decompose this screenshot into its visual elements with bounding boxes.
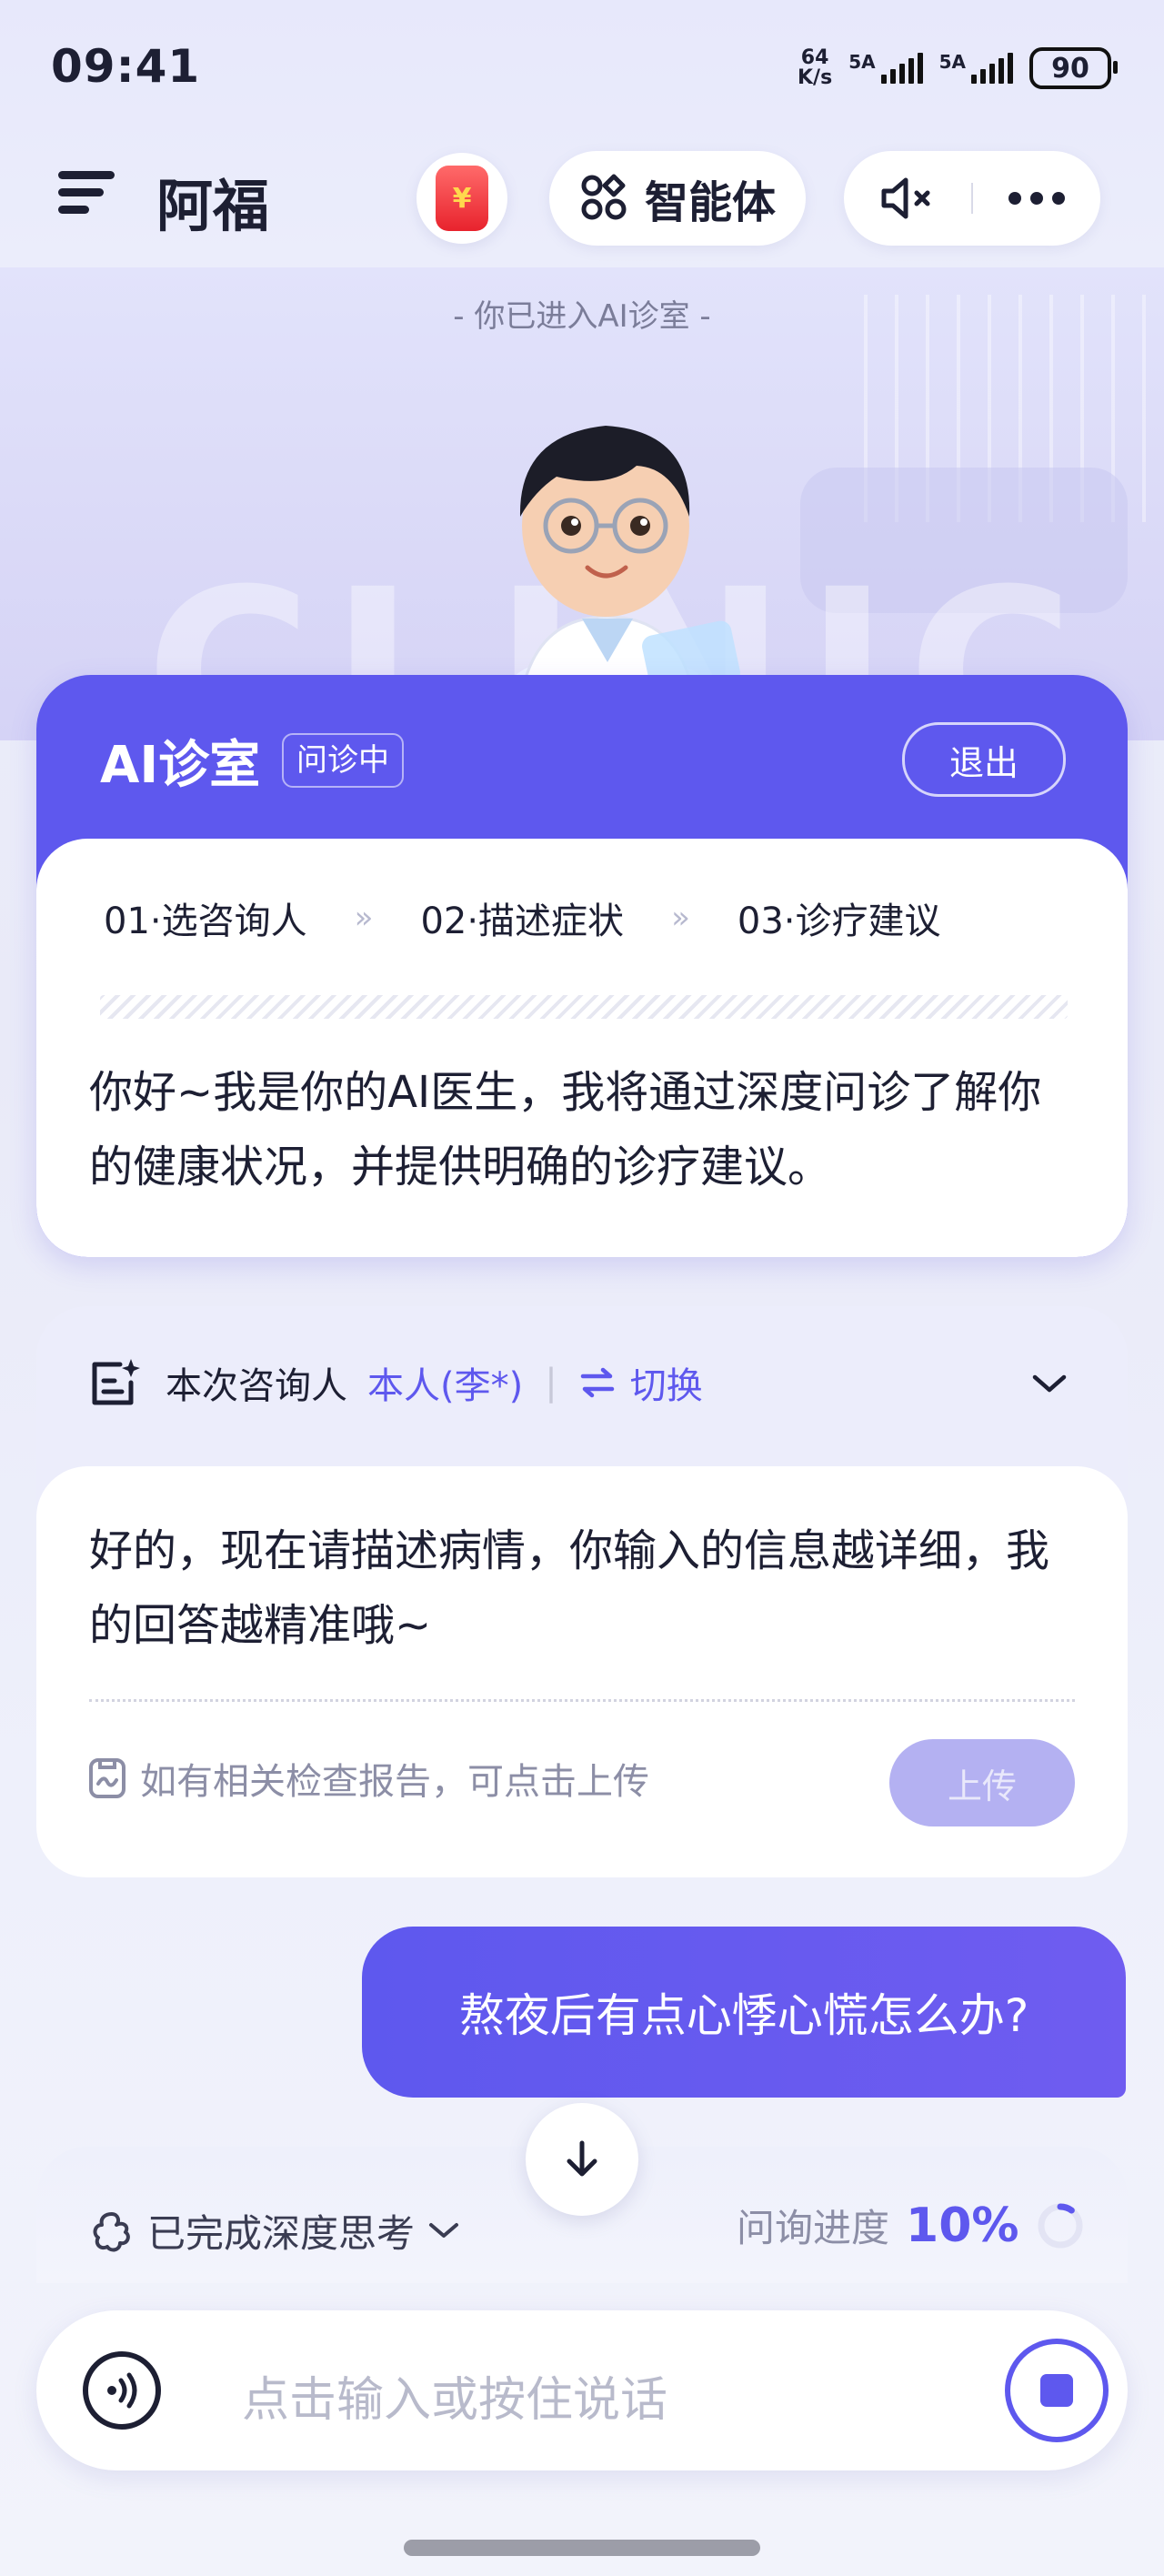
switch-consultee-button[interactable]: 切换 [630,1356,703,1409]
consultee-row[interactable]: 本次咨询人 本人(李*) | 切换 [87,1355,703,1410]
progress-hatch-divider [100,995,1068,1019]
header-actions [844,151,1100,246]
user-message-text: 熬夜后有点心悸心慌怎么办? [458,1989,1029,2042]
status-badge: 问诊中 [282,733,404,788]
consultee-label: 本次咨询人 [166,1365,347,1407]
home-indicator[interactable] [404,2540,760,2556]
voice-input-button[interactable] [65,2334,178,2447]
doctor-intro-message: 你好~我是你的AI医生，我将通过深度问诊了解你的健康状况，并提供明确的诊疗建议。 [89,1067,1042,1192]
user-message-bubble: 熬夜后有点心悸心慌怎么办? [362,1927,1126,2098]
network-speed: 64 K/s [798,48,832,88]
battery-icon: 90 [1029,47,1118,89]
ai-doctor-avatar [507,426,740,717]
step-indicator: 01·选咨询人 » 02·描述症状 » 03·诊疗建议 [104,891,941,944]
swap-icon [580,1367,614,1398]
agent-button[interactable]: 智能体 [549,151,806,246]
signal-icon-2: 5A [939,53,1013,84]
red-packet-button[interactable]: ¥ [416,153,507,244]
upload-button[interactable]: 上传 [889,1739,1075,1826]
agent-button-label: 智能体 [644,177,776,228]
mute-button[interactable] [844,175,971,222]
menu-icon[interactable] [58,171,115,222]
consultee-icon [92,1359,140,1405]
stop-button[interactable] [1000,2334,1113,2447]
consultee-divider: | [545,1362,557,1404]
report-icon [89,1758,125,1798]
step-arrow-icon: » [671,900,690,936]
red-packet-icon: ¥ [436,166,488,231]
more-dots-icon [1008,192,1065,205]
agent-grid-icon [581,174,627,220]
sim1-label: 5A [848,51,876,73]
app-title: 阿福 [156,173,270,239]
deep-thinking-label: 已完成深度思考 [147,2211,416,2256]
network-speed-value: 64 [800,46,829,69]
signal-icon: 5A [848,51,923,84]
battery-level: 90 [1051,52,1089,85]
progress-label: 问询进度 [737,2206,890,2250]
thinking-icon [93,2211,130,2251]
scroll-down-button[interactable] [526,2103,638,2216]
step-arrow-icon: » [354,900,374,936]
upload-hint: 如有相关检查报告，可点击上传 [87,1752,649,1805]
exit-button[interactable]: 退出 [902,722,1066,797]
red-packet-symbol: ¥ [452,182,472,215]
voice-wave-icon [83,2351,161,2430]
status-icons: 64 K/s 5A 5A 90 [798,47,1118,89]
consultee-name: 本人(李*) [367,1365,524,1407]
speaker-muted-icon [881,177,930,219]
clinic-title: AI诊室 [100,736,261,795]
chevron-down-icon[interactable] [1031,1374,1068,1395]
progress-value: 10% [906,2198,1019,2253]
upload-hint-text: 如有相关检查报告，可点击上传 [140,1761,649,1803]
step-3: 03·诊疗建议 [737,901,941,942]
deep-thinking-toggle[interactable]: 已完成深度思考 [89,2203,460,2259]
entered-clinic-notice: - 你已进入AI诊室 - [453,298,711,335]
status-time: 09:41 [51,40,201,93]
inquiry-progress: 问询进度 10% [737,2198,1086,2253]
dotted-divider [89,1699,1075,1702]
network-speed-unit: K/s [798,66,833,89]
chevron-down-icon [429,2222,459,2238]
doctor-reply-message: 好的，现在请描述病情，你输入的信息越详细，我的回答越精准哦~ [89,1525,1050,1651]
sim2-label: 5A [938,51,966,73]
more-button[interactable] [973,191,1100,206]
progress-ring [1038,2203,1083,2248]
step-1: 01·选咨询人 [104,901,307,942]
arrow-down-icon [567,2140,597,2177]
step-2: 02·描述症状 [420,901,625,942]
chat-input-field[interactable]: 点击输入或按住说话 [242,2361,667,2430]
